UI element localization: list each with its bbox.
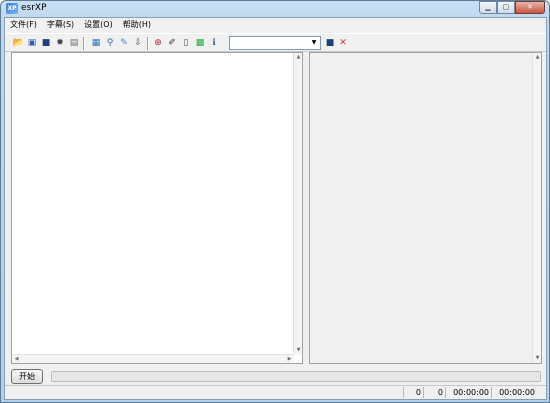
preview-pane[interactable]: ▲ ▼ bbox=[309, 52, 542, 364]
subtitle-select[interactable]: ▼ bbox=[229, 36, 321, 50]
delete-button[interactable]: ✕ bbox=[336, 36, 350, 50]
window-controls: ▁ ▢ ✕ bbox=[479, 1, 545, 14]
subtitle-button[interactable]: ▦ bbox=[89, 36, 103, 50]
delete-icon: ✕ bbox=[339, 37, 347, 48]
document-button[interactable]: ▯ bbox=[179, 36, 193, 50]
toolbar-separator bbox=[147, 37, 149, 50]
info-icon: ℹ bbox=[212, 37, 216, 48]
start-button[interactable]: 开始 bbox=[11, 369, 43, 384]
toolbar-separator bbox=[83, 37, 85, 50]
clipboard-icon: ▤ bbox=[69, 37, 79, 48]
horizontal-scrollbar[interactable]: ◀ ▶ bbox=[12, 354, 294, 363]
color-palette-icon: ▩ bbox=[195, 37, 205, 48]
vertical-scrollbar[interactable]: ▲ ▼ bbox=[293, 53, 302, 355]
chevron-down-icon[interactable]: ▼ bbox=[309, 38, 319, 48]
info-button[interactable]: ℹ bbox=[207, 36, 221, 50]
status-count-1: 0 bbox=[403, 387, 423, 398]
edit-doc-icon: ✎ bbox=[120, 37, 128, 48]
close-button[interactable]: ✕ bbox=[515, 1, 545, 14]
search-icon: ⚲ bbox=[106, 37, 114, 48]
scroll-down-icon[interactable]: ▼ bbox=[294, 346, 303, 355]
save-all-icon: ▣ bbox=[27, 37, 37, 48]
export-icon: ⇩ bbox=[134, 37, 142, 48]
save-subtitle-button[interactable]: ■ bbox=[323, 36, 337, 50]
status-count-2: 0 bbox=[423, 387, 445, 398]
save-icon: ■ bbox=[41, 37, 51, 48]
app-icon: XP bbox=[6, 3, 18, 14]
menu-file[interactable]: 文件(F) bbox=[5, 18, 42, 32]
menu-bar: 文件(F) 字幕(S) 设置(O) 帮助(H) bbox=[5, 18, 546, 32]
pen-button[interactable]: ✐ bbox=[165, 36, 179, 50]
scroll-down-icon[interactable]: ▼ bbox=[533, 354, 542, 363]
clipboard-button[interactable]: ▤ bbox=[67, 36, 81, 50]
app-window: XP esrXP ▁ ▢ ✕ 文件(F) 字幕(S) 设置(O) 帮助(H) 📂… bbox=[0, 0, 550, 403]
save-button[interactable]: ■ bbox=[39, 36, 53, 50]
zoom-in-icon: ⊕ bbox=[154, 37, 162, 48]
status-time-1: 00:00:00 bbox=[445, 387, 491, 398]
save-all-button[interactable]: ▣ bbox=[25, 36, 39, 50]
save-icon: ■ bbox=[325, 37, 335, 48]
vertical-scrollbar[interactable]: ▲ ▼ bbox=[532, 53, 541, 363]
subtitle-list-pane[interactable]: ▲ ▼ ◀ ▶ bbox=[11, 52, 303, 364]
scroll-up-icon[interactable]: ▲ bbox=[533, 53, 542, 62]
settings-button[interactable]: ✹ bbox=[53, 36, 67, 50]
menu-settings[interactable]: 设置(O) bbox=[79, 18, 118, 32]
subtitle-icon: ▦ bbox=[91, 37, 101, 48]
open-icon: 📂 bbox=[12, 37, 24, 48]
status-time-2: 00:00:00 bbox=[491, 387, 537, 398]
minimize-button[interactable]: ▁ bbox=[479, 1, 497, 14]
export-button[interactable]: ⇩ bbox=[131, 36, 145, 50]
toolbar: 📂 ▣ ■ ✹ ▤ ▦ ⚲ ✎ ⇩ ⊕ ✐ ▯ ▩ ℹ ▼ ■ ✕ bbox=[5, 33, 546, 52]
pen-icon: ✐ bbox=[168, 37, 176, 48]
document-icon: ▯ bbox=[183, 37, 189, 48]
scroll-left-icon[interactable]: ◀ bbox=[12, 355, 21, 364]
open-button[interactable]: 📂 bbox=[11, 36, 25, 50]
zoom-in-button[interactable]: ⊕ bbox=[151, 36, 165, 50]
search-button[interactable]: ⚲ bbox=[103, 36, 117, 50]
status-bar: 0 0 00:00:00 00:00:00 bbox=[5, 385, 546, 399]
title-bar: XP esrXP ▁ ▢ ✕ bbox=[1, 1, 549, 17]
color-palette-button[interactable]: ▩ bbox=[193, 36, 207, 50]
settings-icon: ✹ bbox=[56, 37, 64, 48]
menu-subtitle[interactable]: 字幕(S) bbox=[42, 18, 79, 32]
edit-doc-button[interactable]: ✎ bbox=[117, 36, 131, 50]
progress-bar bbox=[51, 371, 541, 382]
scroll-right-icon[interactable]: ▶ bbox=[285, 355, 294, 364]
window-title: esrXP bbox=[21, 3, 47, 13]
client-area: 文件(F) 字幕(S) 设置(O) 帮助(H) 📂 ▣ ■ ✹ ▤ ▦ ⚲ ✎ ⇩ ⊕ ✐ ▯ ▩ ℹ ▼… bbox=[4, 17, 547, 400]
scroll-up-icon[interactable]: ▲ bbox=[294, 53, 303, 62]
menu-help[interactable]: 帮助(H) bbox=[118, 18, 156, 32]
maximize-button[interactable]: ▢ bbox=[497, 1, 515, 14]
